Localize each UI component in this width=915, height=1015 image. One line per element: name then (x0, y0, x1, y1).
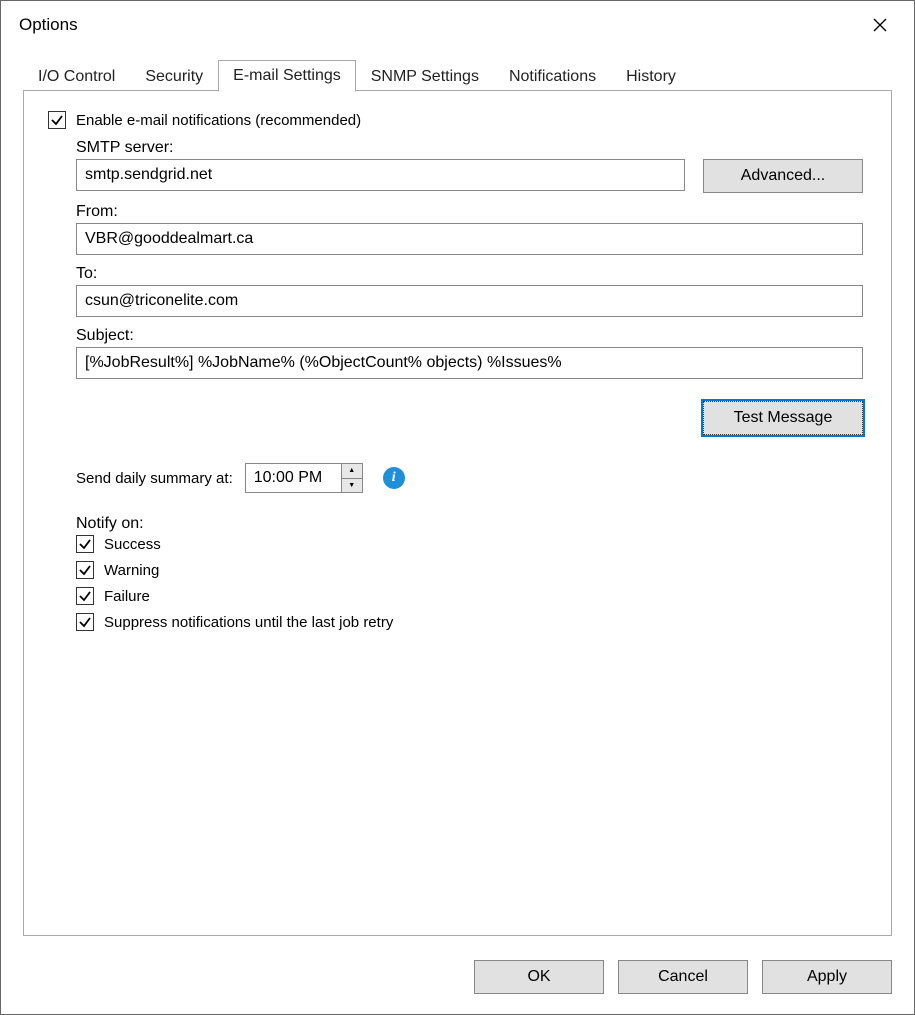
tab-panel-email: Enable e-mail notifications (recommended… (23, 90, 892, 936)
apply-button[interactable]: Apply (762, 960, 892, 994)
daily-summary-label: Send daily summary at: (76, 470, 233, 487)
notify-suppress-checkbox[interactable] (76, 613, 94, 631)
from-label: From: (76, 203, 863, 221)
tab-notifications[interactable]: Notifications (494, 61, 611, 92)
notify-warning-row: Warning (76, 561, 863, 579)
enable-email-row: Enable e-mail notifications (recommended… (48, 111, 863, 129)
close-button[interactable] (860, 9, 900, 41)
checkmark-icon (78, 615, 92, 629)
checkmark-icon (78, 537, 92, 551)
notify-warning-label: Warning (104, 562, 159, 579)
notify-suppress-label: Suppress notifications until the last jo… (104, 614, 393, 631)
subject-input[interactable] (76, 347, 863, 379)
notify-failure-label: Failure (104, 588, 150, 605)
info-icon[interactable]: i (383, 467, 405, 489)
cancel-button[interactable]: Cancel (618, 960, 748, 994)
enable-email-checkbox[interactable] (48, 111, 66, 129)
summary-time-spinner[interactable]: ▲ ▼ (245, 463, 363, 493)
notify-failure-checkbox[interactable] (76, 587, 94, 605)
smtp-row: Advanced... (76, 159, 863, 193)
tab-history[interactable]: History (611, 61, 691, 92)
tab-io-control[interactable]: I/O Control (23, 61, 130, 92)
to-input[interactable] (76, 285, 863, 317)
notify-success-label: Success (104, 536, 161, 553)
subject-label: Subject: (76, 327, 863, 345)
summary-time-input[interactable] (246, 464, 341, 492)
checkmark-icon (78, 589, 92, 603)
notify-section: Notify on: Success Warning (76, 515, 863, 631)
options-dialog: Options I/O Control Security E-mail Sett… (0, 0, 915, 1015)
close-icon (872, 17, 888, 33)
notify-on-label: Notify on: (76, 515, 863, 533)
notify-warning-checkbox[interactable] (76, 561, 94, 579)
tab-snmp-settings[interactable]: SNMP Settings (356, 61, 494, 92)
spinner-buttons: ▲ ▼ (341, 464, 362, 492)
titlebar: Options (1, 1, 914, 49)
notify-success-checkbox[interactable] (76, 535, 94, 553)
tab-email-settings[interactable]: E-mail Settings (218, 60, 356, 92)
notify-failure-row: Failure (76, 587, 863, 605)
to-label: To: (76, 265, 863, 283)
tab-security[interactable]: Security (130, 61, 218, 92)
tabs-row: I/O Control Security E-mail Settings SNM… (23, 59, 892, 91)
ok-button[interactable]: OK (474, 960, 604, 994)
smtp-label: SMTP server: (76, 139, 863, 157)
from-input[interactable] (76, 223, 863, 255)
notify-suppress-row: Suppress notifications until the last jo… (76, 613, 863, 631)
test-message-button[interactable]: Test Message (703, 401, 863, 435)
checkmark-icon (78, 563, 92, 577)
enable-email-label: Enable e-mail notifications (recommended… (76, 112, 361, 129)
checkmark-icon (50, 113, 64, 127)
test-message-row: Test Message (76, 401, 863, 435)
spinner-up-button[interactable]: ▲ (342, 464, 362, 479)
smtp-server-input[interactable] (76, 159, 685, 191)
notify-success-row: Success (76, 535, 863, 553)
window-title: Options (19, 15, 78, 35)
dialog-footer: OK Cancel Apply (1, 960, 914, 1014)
daily-summary-row: Send daily summary at: ▲ ▼ i (76, 463, 863, 493)
content-area: I/O Control Security E-mail Settings SNM… (1, 49, 914, 954)
spinner-down-button[interactable]: ▼ (342, 479, 362, 493)
email-form: SMTP server: Advanced... From: To: Subje… (76, 139, 863, 631)
advanced-button[interactable]: Advanced... (703, 159, 863, 193)
